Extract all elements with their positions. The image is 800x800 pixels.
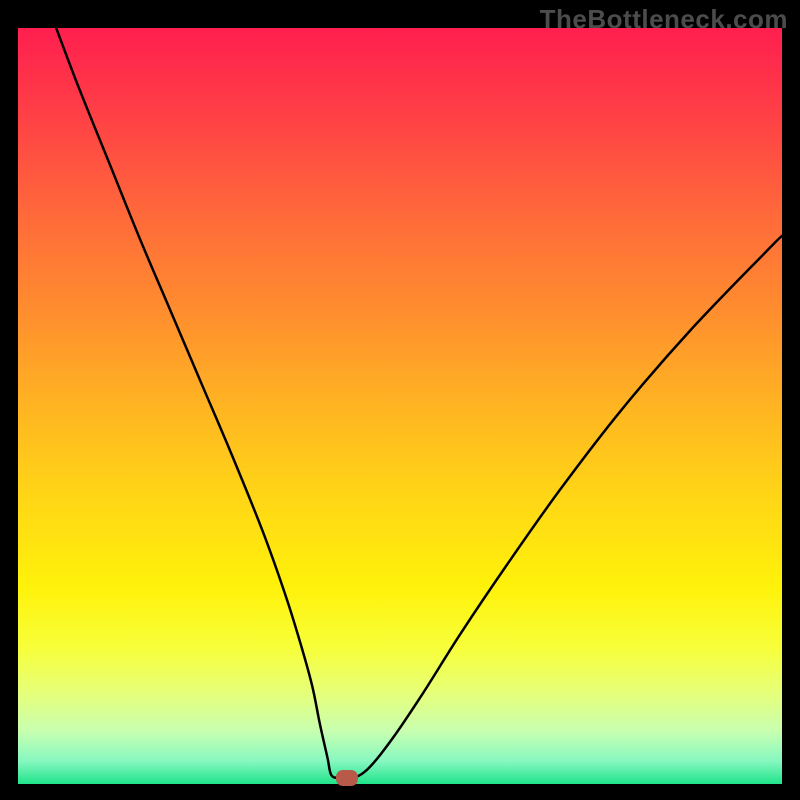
bottleneck-curve [56, 28, 782, 779]
minimum-marker [336, 770, 358, 786]
chart-area [18, 28, 782, 784]
curve-layer [18, 28, 782, 784]
